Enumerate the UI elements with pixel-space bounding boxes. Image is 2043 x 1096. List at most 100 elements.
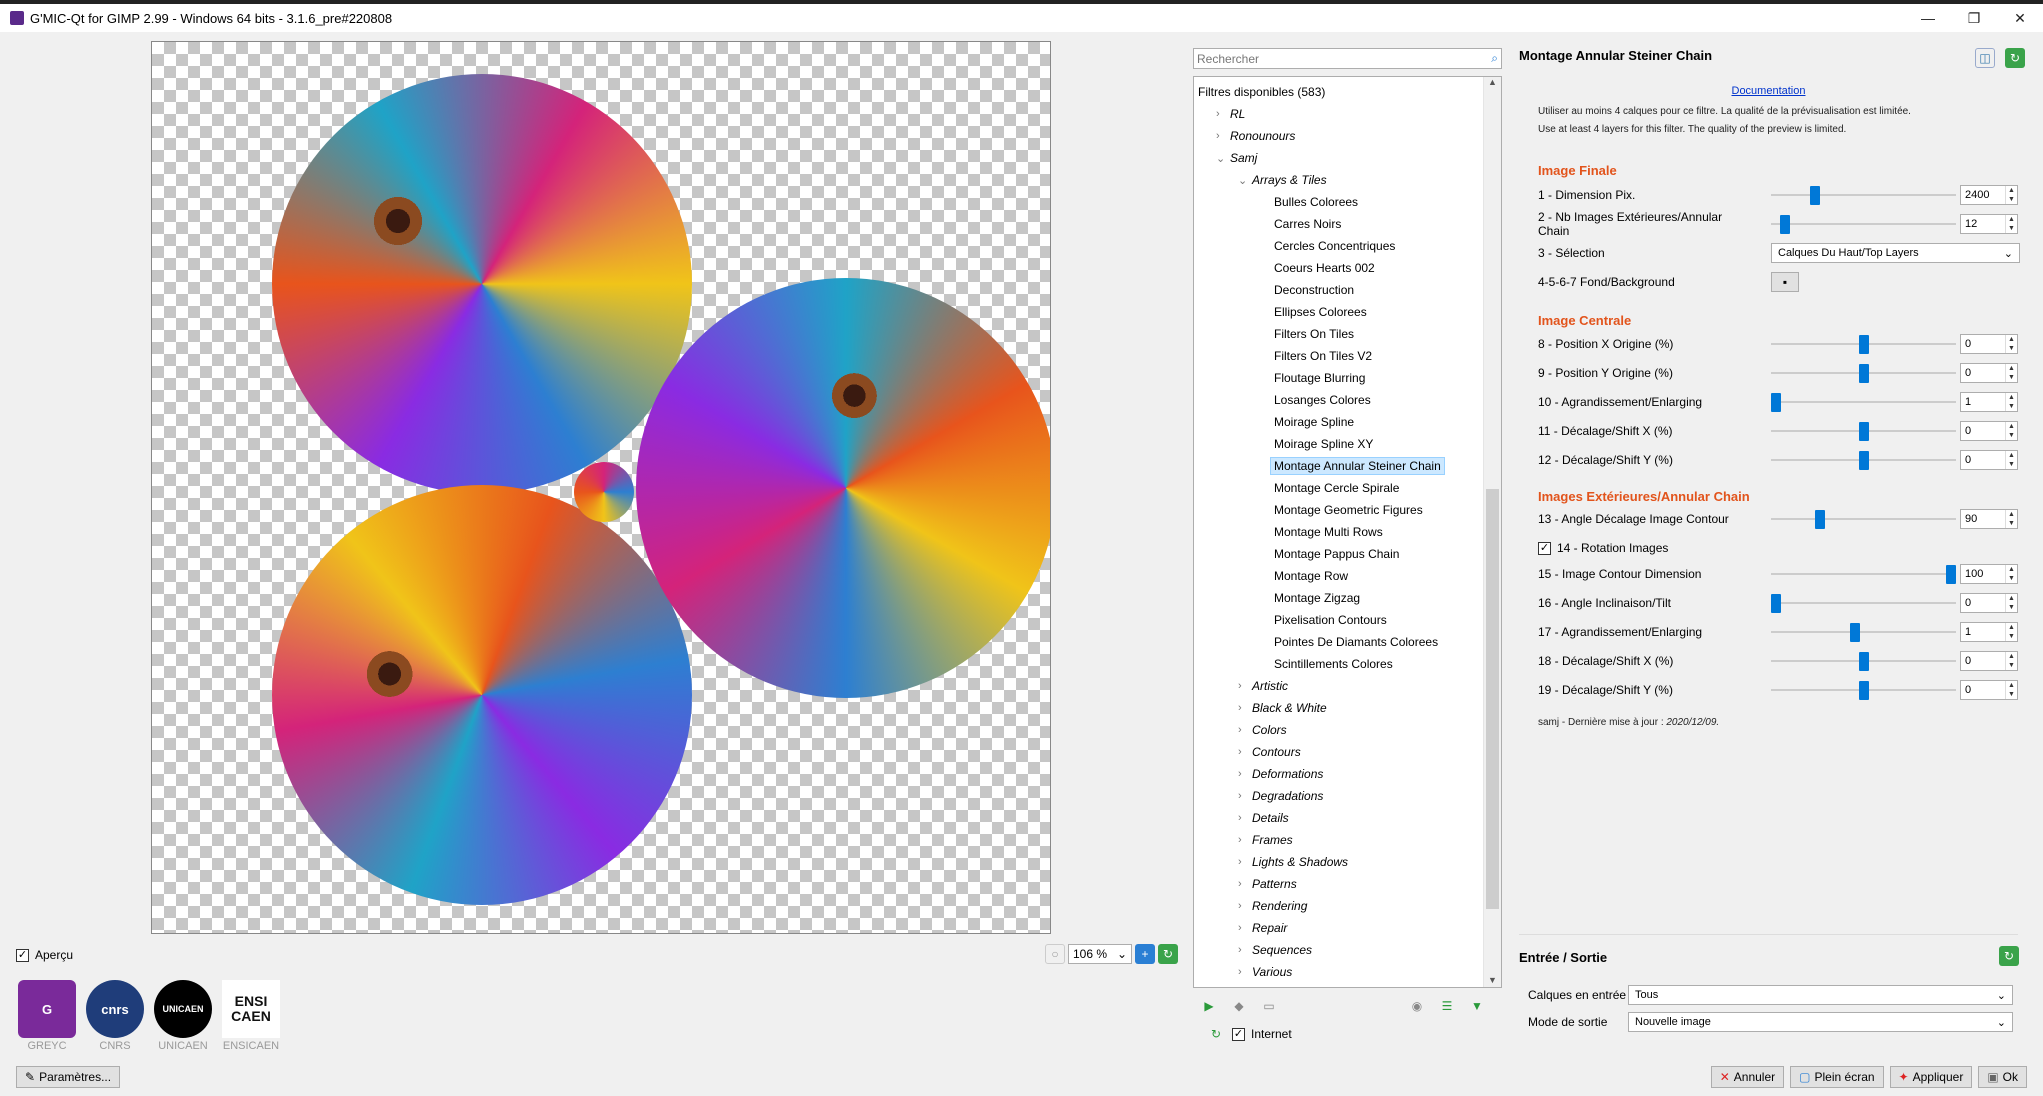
slider-handle[interactable] <box>1780 215 1790 234</box>
spin-arrows-icon[interactable]: ▲ ▼ <box>2005 681 2017 699</box>
param-spinbox[interactable]: 100 ▲ ▼ <box>1960 564 2018 584</box>
parameters-button[interactable]: ✎ Paramètres... <box>16 1066 121 1088</box>
search-input[interactable]: Rechercher <box>1197 52 1259 66</box>
add-favorite-icon[interactable]: ▶ <box>1199 996 1219 1016</box>
zoom-in-icon[interactable]: + <box>1135 944 1155 964</box>
param-slider[interactable] <box>1771 592 1956 614</box>
background-color-button[interactable]: ▪ <box>1771 272 1799 292</box>
slider-handle[interactable] <box>1850 623 1860 642</box>
tree-category[interactable]: › Frames <box>1238 829 1293 851</box>
param-slider[interactable] <box>1771 508 1956 530</box>
visibility-icon[interactable]: ◉ <box>1407 996 1427 1016</box>
tree-scroll-thumb[interactable] <box>1486 489 1499 909</box>
chevron-right-icon[interactable]: › <box>1238 812 1252 824</box>
slider-handle[interactable] <box>1810 186 1820 205</box>
chevron-right-icon[interactable]: › <box>1238 878 1252 890</box>
close-button[interactable]: ✕ <box>1997 4 2043 32</box>
tree-scrollbar[interactable]: ▲ ▼ <box>1483 77 1501 987</box>
tree-filter[interactable]: Bulles Colorees <box>1260 191 1358 213</box>
param-spinbox[interactable]: 0 ▲ ▼ <box>1960 421 2018 441</box>
input-layers-select[interactable]: Tous ⌄ <box>1628 985 2013 1005</box>
spin-arrows-icon[interactable]: ▲ ▼ <box>2005 451 2017 469</box>
refresh-preview-icon[interactable]: ↻ <box>1158 944 1178 964</box>
chevron-down-icon[interactable]: ⌄ <box>1238 174 1252 187</box>
tree-category[interactable]: › RL <box>1216 103 1245 125</box>
tree-subcategory[interactable]: ⌄ Arrays & Tiles <box>1238 169 1327 191</box>
spin-arrows-icon[interactable]: ▲ ▼ <box>2005 510 2017 528</box>
param-slider[interactable] <box>1771 213 1956 235</box>
output-mode-select[interactable]: Nouvelle image ⌄ <box>1628 1012 2013 1032</box>
tree-filter[interactable]: Deconstruction <box>1260 279 1354 301</box>
spin-arrows-icon[interactable]: ▲ ▼ <box>2005 652 2017 670</box>
param-spinbox[interactable]: 1 ▲ ▼ <box>1960 392 2018 412</box>
param-spinbox[interactable]: 90 ▲ ▼ <box>1960 509 2018 529</box>
chevron-right-icon[interactable]: › <box>1238 724 1252 736</box>
tree-filter[interactable]: Montage Cercle Spirale <box>1260 477 1399 499</box>
slider-handle[interactable] <box>1859 422 1869 441</box>
param-slider[interactable] <box>1771 650 1956 672</box>
slider-handle[interactable] <box>1859 451 1869 470</box>
chevron-right-icon[interactable]: › <box>1238 922 1252 934</box>
preview-split-icon[interactable]: ◫ <box>1975 48 1995 68</box>
tree-filter[interactable]: Scintillements Colores <box>1260 653 1393 675</box>
chevron-down-icon[interactable]: ⌄ <box>1216 152 1230 165</box>
zoom-select[interactable]: 106 % ⌄ <box>1068 944 1132 964</box>
chevron-right-icon[interactable]: › <box>1238 702 1252 714</box>
chevron-right-icon[interactable]: › <box>1238 834 1252 846</box>
param-slider[interactable] <box>1771 449 1956 471</box>
chevron-right-icon[interactable]: › <box>1238 768 1252 780</box>
param-spinbox[interactable]: 1 ▲ ▼ <box>1960 622 2018 642</box>
chevron-right-icon[interactable]: › <box>1238 944 1252 956</box>
internet-toggle[interactable]: ↻ ✓ Internet <box>1206 1024 1292 1044</box>
slider-handle[interactable] <box>1771 393 1781 412</box>
tree-filter[interactable]: Coeurs Hearts 002 <box>1260 257 1375 279</box>
param-slider[interactable] <box>1771 333 1956 355</box>
tree-filter[interactable]: Montage Multi Rows <box>1260 521 1383 543</box>
slider-handle[interactable] <box>1771 594 1781 613</box>
tree-category[interactable]: › Degradations <box>1238 785 1323 807</box>
tree-filter[interactable]: Montage Zigzag <box>1260 587 1360 609</box>
tree-category[interactable]: › Various <box>1238 961 1292 983</box>
restore-button[interactable]: ❐ <box>1951 4 1997 32</box>
tree-category[interactable]: › Artistic <box>1238 675 1288 697</box>
slider-handle[interactable] <box>1859 364 1869 383</box>
internet-checkbox[interactable]: ✓ <box>1232 1027 1245 1041</box>
tree-filter[interactable]: Moirage Spline <box>1260 411 1354 433</box>
tree-filter[interactable]: Pointes De Diamants Colorees <box>1260 631 1438 653</box>
spin-arrows-icon[interactable]: ▲ ▼ <box>2005 186 2017 204</box>
param-p14[interactable]: ✓ 14 - Rotation Images <box>1538 537 2018 559</box>
chevron-right-icon[interactable]: › <box>1238 790 1252 802</box>
chevron-right-icon[interactable]: › <box>1238 746 1252 758</box>
tree-filter[interactable]: Floutage Blurring <box>1260 367 1365 389</box>
spin-arrows-icon[interactable]: ▲ ▼ <box>2005 565 2017 583</box>
ok-button[interactable]: ▣ Ok <box>1978 1066 2027 1088</box>
apercu-checkbox[interactable]: ✓ <box>16 948 29 962</box>
filters-tree[interactable]: ▲ ▼ Filtres disponibles (583) › RL › Ronoun… <box>1193 76 1502 988</box>
chevron-right-icon[interactable]: › <box>1238 966 1252 978</box>
param-slider[interactable] <box>1771 563 1956 585</box>
param-slider[interactable] <box>1771 391 1956 413</box>
chevron-right-icon[interactable]: › <box>1238 680 1252 692</box>
reset-params-icon[interactable]: ↻ <box>2005 48 2025 68</box>
spin-arrows-icon[interactable]: ▲ ▼ <box>2005 215 2017 233</box>
param-slider[interactable] <box>1771 420 1956 442</box>
spin-arrows-icon[interactable]: ▲ ▼ <box>2005 594 2017 612</box>
tree-category[interactable]: › Deformations <box>1238 763 1323 785</box>
rename-favorite-icon[interactable]: ▭ <box>1259 996 1279 1016</box>
search-icon[interactable]: ⌕ <box>1491 51 1498 66</box>
slider-handle[interactable] <box>1815 510 1825 529</box>
param-spinbox[interactable]: 0 ▲ ▼ <box>1960 363 2018 383</box>
tree-filter[interactable]: Moirage Spline XY <box>1260 433 1373 455</box>
chevron-right-icon[interactable]: › <box>1238 856 1252 868</box>
spin-arrows-icon[interactable]: ▲ ▼ <box>2005 393 2017 411</box>
param-slider[interactable] <box>1771 184 1956 206</box>
param-spinbox[interactable]: 12 ▲ ▼ <box>1960 214 2018 234</box>
tree-category[interactable]: › Rendering <box>1238 895 1307 917</box>
tree-category[interactable]: ⌄ Samj <box>1216 147 1257 169</box>
chevron-right-icon[interactable]: › <box>1238 900 1252 912</box>
tree-filter[interactable]: Filters On Tiles V2 <box>1260 345 1372 367</box>
collapse-all-icon[interactable]: ▼ <box>1467 996 1487 1016</box>
update-filters-icon[interactable]: ↻ <box>1206 1024 1226 1044</box>
zoom-out-icon[interactable]: ○ <box>1045 944 1065 964</box>
cancel-button[interactable]: ✕ Annuler <box>1710 1066 1785 1088</box>
